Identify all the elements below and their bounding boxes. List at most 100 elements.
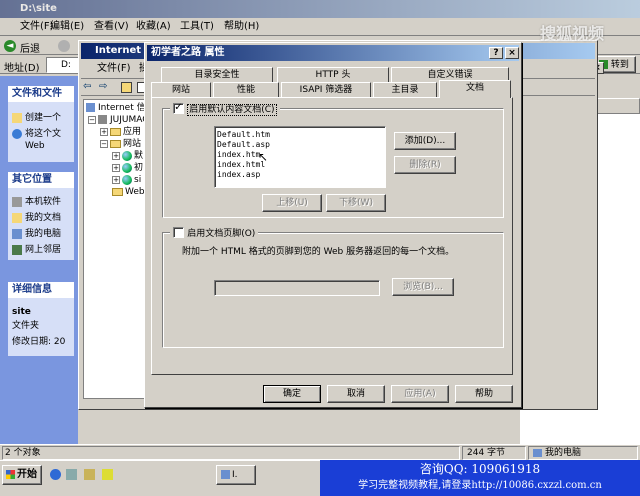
menu-view[interactable]: 查看(V) <box>94 18 129 36</box>
address-label: 地址(D) <box>4 63 40 74</box>
properties-dialog: 初学者之路 属性 ? × 目录安全性 HTTP 头 自定义错误 网站 性能 IS… <box>144 42 522 408</box>
quicklaunch-explorer-icon[interactable] <box>66 469 77 480</box>
tree-beginner-site[interactable]: + 初 <box>112 162 143 174</box>
taskbar-task-button[interactable]: I. <box>216 465 256 485</box>
dialog-title: 初学者之路 属性 <box>151 47 225 58</box>
help-button[interactable]: 帮助 <box>455 385 513 403</box>
globe-icon <box>122 150 132 161</box>
watermark-logo: 搜狐视频 <box>540 24 605 43</box>
new-folder-icon <box>12 112 22 123</box>
publish-icon <box>12 128 22 139</box>
default-doc-item[interactable]: index.htm <box>217 150 383 160</box>
iis-menu-file[interactable]: 文件(F) <box>97 61 131 77</box>
back-arrow-icon[interactable]: ◄ <box>4 40 16 52</box>
enable-default-doc-label[interactable]: 启用默认内容文档(C) <box>187 104 277 116</box>
place-my-computer[interactable]: 我的电脑 <box>12 228 61 240</box>
default-doc-item[interactable]: index.html <box>217 160 383 170</box>
tab-documents[interactable]: 文档 <box>439 80 511 98</box>
iis-root-icon <box>86 103 95 112</box>
tab-website[interactable]: 网站 <box>151 82 211 97</box>
iis-back-icon[interactable]: ⇦ <box>83 81 91 92</box>
place-local-software[interactable]: 本机软件 <box>12 196 61 208</box>
dialog-title-bar[interactable]: 初学者之路 属性 <box>147 45 519 61</box>
browse-button[interactable]: 浏览(B)... <box>392 278 454 296</box>
promo-url: 学习完整视频教程,请登录http://10086.cxzzl.com.cn <box>358 480 602 491</box>
place-network[interactable]: 网上邻居 <box>12 244 61 256</box>
apply-button[interactable]: 应用(A) <box>391 385 449 403</box>
details-panel-header[interactable]: 详细信息 <box>8 282 74 298</box>
cancel-button[interactable]: 取消 <box>327 385 385 403</box>
task-publish-web[interactable]: 将这个文 <box>12 128 61 140</box>
computer-icon <box>12 228 22 239</box>
back-button[interactable]: 后退 <box>20 40 40 55</box>
ok-button[interactable]: 确定 <box>263 385 321 403</box>
quicklaunch-ie-icon[interactable] <box>50 469 61 480</box>
footer-path-input[interactable] <box>214 280 380 296</box>
task-web-label[interactable]: Web <box>25 140 45 152</box>
details-type: 文件夹 <box>12 321 40 331</box>
mouse-cursor-icon: ↖ <box>258 150 269 164</box>
explorer-status-bar: 2 个对象 244 字节 我的电脑 <box>0 444 640 460</box>
promo-qq: 咨询QQ: 109061918 <box>419 462 541 476</box>
menu-help[interactable]: 帮助(H) <box>224 18 259 36</box>
iis-forward-icon[interactable]: ⇨ <box>99 81 107 92</box>
documents-tab-panel: ✓ 启用默认内容文档(C) Default.htm Default.asp in… <box>151 97 513 375</box>
place-my-documents[interactable]: 我的文档 <box>12 212 61 224</box>
iis-tree[interactable]: Internet 信息 − JUJUMAO + 应用 − 网站 + 默 + 初 + si W… <box>83 99 153 399</box>
explorer-title: D:\site <box>20 3 57 14</box>
tab-http-headers[interactable]: HTTP 头 <box>277 67 389 82</box>
tab-home-directory[interactable]: 主目录 <box>373 82 437 97</box>
task-create-folder[interactable]: 创建一个 <box>12 112 61 124</box>
move-up-button[interactable]: 上移(U) <box>262 194 322 212</box>
tab-isapi-filters[interactable]: ISAPI 筛选器 <box>281 82 371 97</box>
tree-app-pools[interactable]: + 应用 <box>100 126 141 138</box>
default-doc-list[interactable]: Default.htm Default.asp index.htm index.… <box>214 126 386 188</box>
dialog-help-button[interactable]: ? <box>489 47 503 59</box>
add-button[interactable]: 添加(D)... <box>394 132 456 150</box>
expand-icon: + <box>100 127 108 136</box>
explorer-sidebar: 文件和文件 创建一个 将这个文 Web 其它位置 本机软件 我的文档 我的电脑 … <box>0 76 78 444</box>
footer-description: 附加一个 HTML 格式的页脚到您的 Web 服务器返回的每一个文档。 <box>182 247 455 257</box>
move-down-button[interactable]: 下移(W) <box>326 194 386 212</box>
default-doc-item[interactable]: index.asp <box>217 170 383 180</box>
places-panel-header[interactable]: 其它位置 <box>8 172 74 188</box>
dialog-close-button[interactable]: × <box>505 47 519 59</box>
quicklaunch-media-icon[interactable] <box>102 469 113 480</box>
forward-arrow-icon[interactable] <box>58 40 70 52</box>
start-button[interactable]: 开始 <box>2 465 42 485</box>
tree-websites[interactable]: − 网站 <box>100 138 141 150</box>
quicklaunch-desktop-icon[interactable] <box>84 469 95 480</box>
tab-directory-security[interactable]: 目录安全性 <box>161 67 273 82</box>
tab-performance[interactable]: 性能 <box>213 82 279 97</box>
tasks-panel: 文件和文件 创建一个 将这个文 Web <box>8 86 74 162</box>
collapse-icon: − <box>88 115 96 124</box>
menu-favorites[interactable]: 收藏(A) <box>136 18 171 36</box>
explorer-title-bar[interactable]: D:\site <box>0 0 640 18</box>
iis-up-icon[interactable] <box>121 82 132 93</box>
menu-edit[interactable]: 编辑(E) <box>50 18 84 36</box>
task-app-icon <box>221 470 230 479</box>
tree-server[interactable]: − JUJUMAO <box>88 114 149 126</box>
default-doc-item[interactable]: Default.asp <box>217 140 383 150</box>
menu-file[interactable]: 文件(F) <box>20 18 54 36</box>
folder-icon <box>110 139 121 148</box>
collapse-icon: − <box>100 139 108 148</box>
places-panel: 其它位置 本机软件 我的文档 我的电脑 网上邻居 <box>8 172 74 260</box>
globe-icon <box>122 174 132 185</box>
expand-icon: + <box>112 151 120 160</box>
tree-web-extensions[interactable]: Web <box>100 186 145 198</box>
default-doc-item[interactable]: Default.htm <box>217 130 383 140</box>
enable-footer-label[interactable]: 启用文档页脚(O) <box>187 229 255 239</box>
tree-site[interactable]: + si <box>112 174 141 186</box>
enable-default-doc-checkbox[interactable]: ✓ <box>173 103 184 114</box>
tree-default-site[interactable]: + 默 <box>112 150 143 162</box>
footer-legend: 启用文档页脚(O) <box>170 226 259 240</box>
remove-button[interactable]: 删除(R) <box>394 156 456 174</box>
menu-tools[interactable]: 工具(T) <box>180 18 214 36</box>
tasks-panel-header[interactable]: 文件和文件 <box>8 86 74 102</box>
network-icon <box>12 244 22 255</box>
globe-icon <box>122 162 132 173</box>
enable-footer-checkbox[interactable] <box>173 227 184 238</box>
windows-logo-icon <box>6 469 15 479</box>
tree-internet-services[interactable]: Internet 信息 <box>86 102 152 114</box>
